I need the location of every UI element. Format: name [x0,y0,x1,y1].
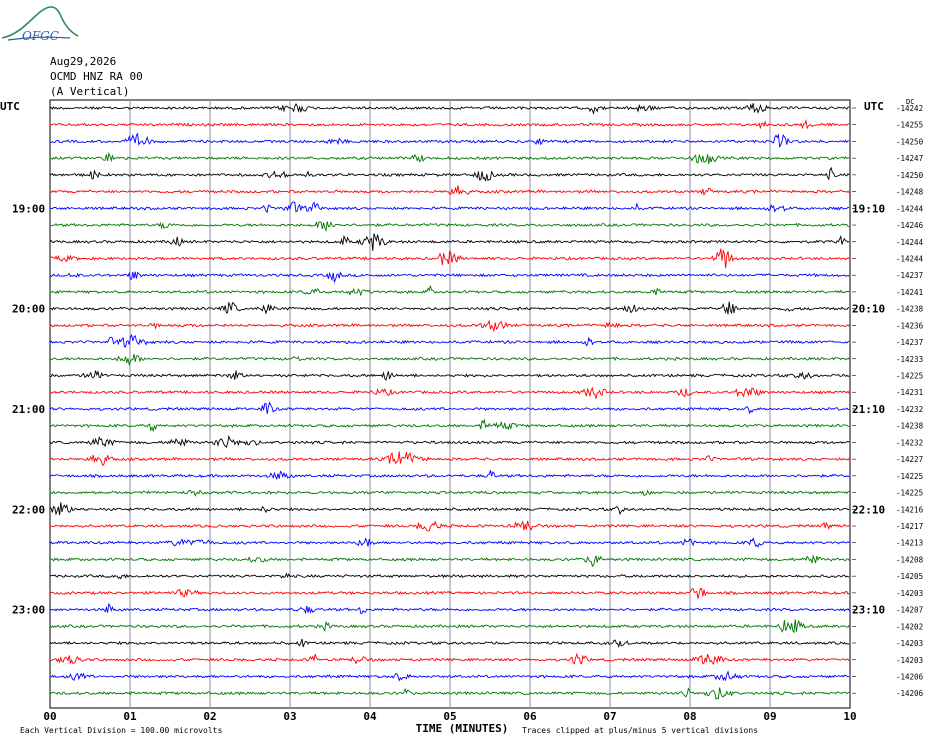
hour-label-right: 19:10 [852,202,885,215]
dc-offset-label: -14246 [896,221,924,230]
utc-right-label: UTC [864,100,884,113]
dc-offset-label: -14237 [896,271,923,280]
dc-offset-label: -14255 [896,121,923,130]
dc-offset-label: -14205 [896,572,923,581]
dc-offset-label: -14244 [896,204,924,213]
dc-offset-label: -14248 [896,188,924,197]
dc-offset-label: -14203 [896,589,923,598]
dc-offset-label: -14225 [896,472,923,481]
x-tick-label: 03 [283,710,296,723]
hour-label-left: 19:00 [12,202,45,215]
clip-note: Traces clipped at plus/minus 5 vertical … [522,726,758,735]
x-tick-label: 10 [843,710,856,723]
helicorder-plot: 00 01 02 03 04 05 06 07 08 09 10TIME (MINUTES)Each… [0,98,924,735]
x-tick-label: 09 [763,710,776,723]
dc-offset-label: -14206 [896,672,924,681]
dc-offset-label: -14232 [896,405,923,414]
scale-note: Each Vertical Division = 100.00 microvol… [20,726,222,735]
dc-offset-label: -14244 [896,254,924,263]
x-tick-label: 08 [683,710,696,723]
dc-offset-label: -14207 [896,606,923,615]
dc-offset-label: -14231 [896,388,923,397]
hour-label-right: 23:10 [852,604,885,617]
hour-label-left: 21:00 [12,403,45,416]
hour-label-left: 22:00 [12,503,45,516]
dc-offset-label: -14236 [896,321,924,330]
dc-offset-label: -14238 [896,305,924,314]
x-tick-label: 01 [123,710,137,723]
x-axis-label: TIME (MINUTES) [416,722,509,735]
dc-offset-label: -14233 [896,355,923,364]
dc-offset-label: -14203 [896,639,923,648]
dc-offset-label: -14237 [896,338,923,347]
dc-offset-label: -14227 [896,455,923,464]
dc-offset-label: -14250 [896,137,924,146]
dc-offset-label: -14250 [896,171,924,180]
x-tick-label: 00 [43,710,56,723]
dc-offset-label: -14232 [896,438,923,447]
dc-offset-label: -14206 [896,689,924,698]
dc-offset-label: -14238 [896,422,924,431]
dc-offset-label: -14217 [896,522,923,531]
dc-offset-label: -14216 [896,505,924,514]
dc-offset-label: -14242 [896,104,923,113]
dc-offset-label: -14244 [896,238,924,247]
dc-offset-label: -14247 [896,154,923,163]
dc-offset-label: -14225 [896,489,923,498]
hour-label-left: 23:00 [12,604,45,617]
dc-offset-label: -14202 [896,622,923,631]
hour-label-right: 20:10 [852,303,885,316]
utc-left-label: UTC [0,100,20,113]
dc-offset-label: -14208 [896,555,924,564]
x-tick-label: 02 [203,710,216,723]
dc-offset-label: -14203 [896,656,923,665]
hour-label-right: 22:10 [852,503,885,516]
dc-offset-label: -14241 [896,288,923,297]
hour-label-left: 20:00 [12,303,45,316]
hour-label-right: 21:10 [852,403,885,416]
dc-offset-label: -14213 [896,539,923,548]
dc-offset-label: -14225 [896,372,923,381]
x-tick-label: 04 [363,710,377,723]
x-tick-label: 07 [603,710,616,723]
x-tick-label: 06 [523,710,537,723]
